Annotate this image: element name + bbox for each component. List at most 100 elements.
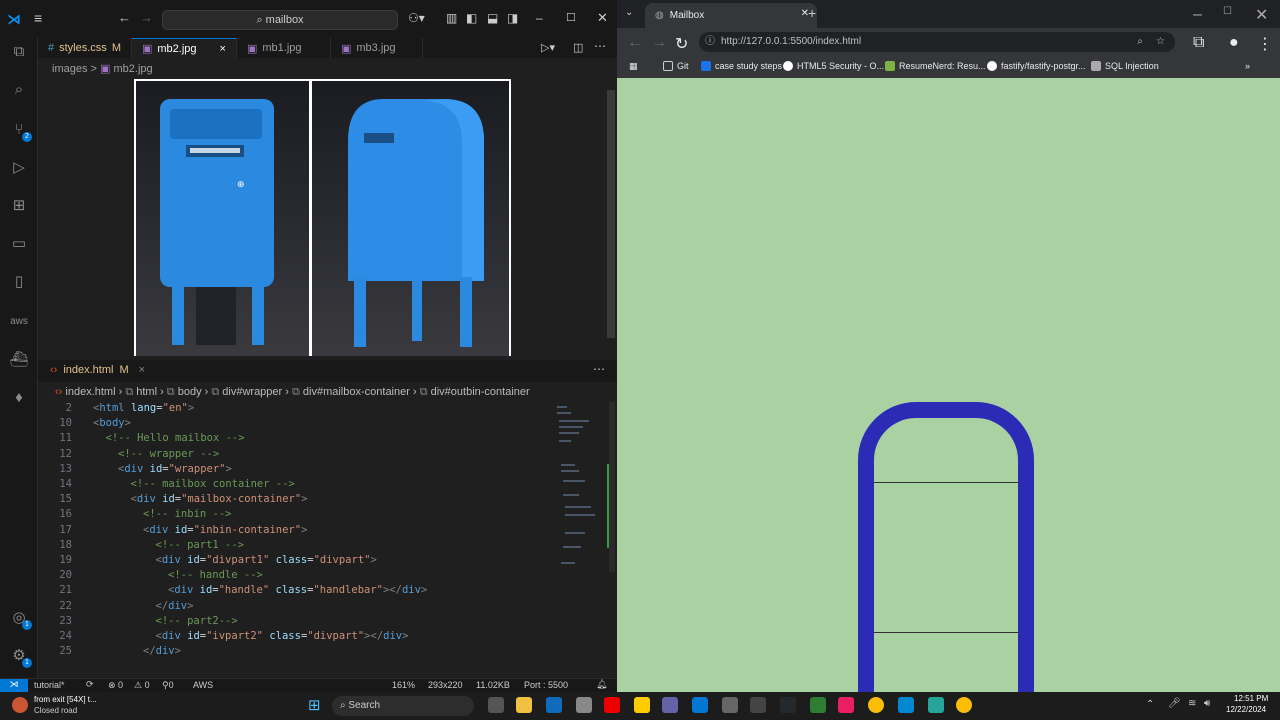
tab-styles-css[interactable]: # styles.css M (38, 38, 132, 58)
close-window-icon[interactable]: ✕ (597, 10, 608, 26)
task-view-icon[interactable] (488, 697, 504, 713)
windows-start-icon[interactable]: ⊞ (308, 696, 321, 714)
address-bar[interactable]: ⓘ http://127.0.0.1:5500/index.html ⌕ ☆ (699, 32, 1175, 52)
calculator-icon[interactable] (576, 697, 592, 713)
split-editor-icon[interactable]: ◫ (573, 41, 583, 54)
breadcrumb-item[interactable]: body (178, 386, 202, 398)
command-center-search[interactable]: ⌕ mailbox (162, 10, 398, 30)
code-line[interactable]: 19 <div id="divpart1" class="divpart"> (38, 554, 553, 569)
code-line[interactable]: 20 <!-- handle --> (38, 569, 553, 584)
bookmark-star-icon[interactable]: ☆ (1156, 32, 1165, 52)
code-editor[interactable]: 2 <html lang="en"> 10 <body> 11 <!-- Hello ma… (38, 402, 553, 678)
code-line[interactable]: 15 <div id="mailbox-container"> (38, 493, 553, 508)
app-icon[interactable] (838, 697, 854, 713)
breadcrumb-item[interactable]: div#outbin-container (431, 386, 530, 398)
layout-icon[interactable]: ▥ (446, 11, 457, 25)
zoom-icon[interactable]: ⌕ (1137, 32, 1143, 52)
code-line[interactable]: 25 </div> (38, 645, 553, 660)
extensions-icon[interactable]: ⊞ (9, 196, 29, 216)
explorer-icon[interactable]: ⧉ (9, 42, 29, 62)
aws-status[interactable]: AWS (193, 680, 213, 690)
maximize-icon[interactable]: ☐ (566, 11, 576, 24)
minimize-icon[interactable]: – (1193, 6, 1202, 24)
app-icon[interactable] (898, 697, 914, 713)
branch-indicator[interactable]: tutorial* (34, 680, 65, 690)
app-icon[interactable] (810, 697, 826, 713)
source-control-icon[interactable]: ⑂ 2 (9, 120, 32, 142)
notification-title[interactable]: from exit [54X] t... (34, 695, 97, 704)
bookmark-fastify[interactable]: fastify/fastify-postgr... (987, 61, 1086, 71)
clock-date[interactable]: 12/22/2024 (1226, 705, 1266, 714)
tab-mb2-jpg[interactable]: ▣ mb2.jpg × (131, 38, 237, 58)
bookmarks-overflow-icon[interactable]: » (1245, 61, 1250, 71)
bookmark-sql-injection[interactable]: SQL Injection (1091, 61, 1159, 71)
breadcrumb-item[interactable]: div#mailbox-container (303, 386, 410, 398)
bookmark-case-study[interactable]: case study steps (701, 61, 782, 71)
tab-mb1-jpg[interactable]: ▣ mb1.jpg (237, 38, 331, 58)
code-line[interactable]: 21 <div id="handle" class="handlebar"></d… (38, 584, 553, 599)
close-tab-icon[interactable]: × (139, 364, 145, 376)
outlook-icon[interactable] (546, 697, 562, 713)
image-preview[interactable]: ⊕ (134, 79, 511, 356)
forward-arrow-icon[interactable]: → (140, 10, 153, 25)
app-icon[interactable] (722, 697, 738, 713)
aws-icon[interactable]: aws (9, 312, 29, 332)
errors-count[interactable]: ⊗ 0 (108, 680, 123, 691)
settings-gear-icon[interactable]: ⚙ 1 (9, 646, 32, 668)
toggle-secondary-sidebar-icon[interactable]: ◨ (507, 11, 518, 25)
chrome-icon[interactable] (868, 697, 884, 713)
code-line[interactable]: 17 <div id="inbin-container"> (38, 524, 553, 539)
minimize-icon[interactable]: – (536, 11, 543, 25)
bookmark-resumenerd[interactable]: ResumeNerd: Resu... (885, 61, 986, 71)
sticky-notes-icon[interactable] (634, 697, 650, 713)
breadcrumb-file[interactable]: mb2.jpg (114, 63, 153, 75)
copilot-icon[interactable]: ⚇▾ (408, 11, 425, 25)
app-icon[interactable] (928, 697, 944, 713)
new-tab-icon[interactable]: + (808, 5, 816, 21)
remote-explorer-icon[interactable]: ▭ (9, 234, 29, 254)
code-line[interactable]: 2 <html lang="en"> (38, 402, 553, 417)
close-tab-icon[interactable]: × (220, 43, 226, 55)
code-line[interactable]: 14 <!-- mailbox container --> (38, 478, 553, 493)
code-line[interactable]: 12 <!-- wrapper --> (38, 448, 553, 463)
run-icon[interactable]: ▷▾ (541, 41, 555, 54)
apps-grid-icon[interactable]: ▦ (629, 61, 638, 72)
code-line[interactable]: 10 <body> (38, 417, 553, 432)
browser-tab-mailbox[interactable]: ◍ Mailbox ✕ (645, 3, 817, 28)
reload-icon[interactable]: ↻ (675, 34, 688, 54)
breadcrumb-item[interactable]: index.html (65, 386, 115, 398)
docker-icon[interactable]: ⛴ (9, 350, 29, 370)
code-line[interactable]: 16 <!-- inbin --> (38, 508, 553, 523)
volume-icon[interactable]: 🔊︎ (1204, 698, 1210, 709)
tab-mb3-jpg[interactable]: ▣ mb3.jpg (331, 38, 423, 58)
code-line[interactable]: 11 <!-- Hello mailbox --> (38, 432, 553, 447)
code-line[interactable]: 18 <!-- part1 --> (38, 539, 553, 554)
chrome-icon[interactable] (956, 697, 972, 713)
close-window-icon[interactable]: ✕ (1255, 5, 1268, 25)
minimap[interactable] (553, 402, 609, 582)
profile-icon[interactable]: ● (1229, 34, 1239, 52)
maximize-icon[interactable]: ☐ (1223, 6, 1232, 17)
bookmark-html5-security[interactable]: HTML5 Security - O... (783, 61, 884, 71)
breadcrumb-folder[interactable]: images (52, 63, 87, 75)
code-line[interactable]: 23 <!-- part2--> (38, 615, 553, 630)
back-arrow-icon[interactable]: ← (627, 34, 643, 52)
notifications-bell-icon[interactable]: 🔔︎ (596, 679, 607, 690)
back-arrow-icon[interactable]: ← (118, 10, 131, 25)
microphone-icon[interactable]: 🎤︎ (1168, 698, 1181, 709)
github-desktop-icon[interactable] (780, 697, 796, 713)
teams-icon[interactable] (662, 697, 678, 713)
more-actions-icon[interactable]: ⋯ (593, 362, 605, 376)
browser-menu-icon[interactable]: ⋮ (1257, 34, 1273, 54)
app-icon[interactable] (750, 697, 766, 713)
youtube-icon[interactable] (604, 697, 620, 713)
code-line[interactable]: 24 <div id="ivpart2" class="divpart"></di… (38, 630, 553, 645)
remote-indicator-icon[interactable]: ⋊ (0, 679, 28, 692)
extensions-puzzle-icon[interactable]: ⧉ (1193, 34, 1204, 52)
toggle-panel-icon[interactable]: ⬓ (487, 11, 498, 25)
warnings-count[interactable]: ⚠ 0 (134, 680, 150, 691)
file-explorer-icon[interactable] (516, 697, 532, 713)
forward-arrow-icon[interactable]: → (651, 34, 667, 52)
menu-icon[interactable]: ≡ (34, 10, 42, 26)
run-debug-icon[interactable]: ▷ (9, 158, 29, 178)
